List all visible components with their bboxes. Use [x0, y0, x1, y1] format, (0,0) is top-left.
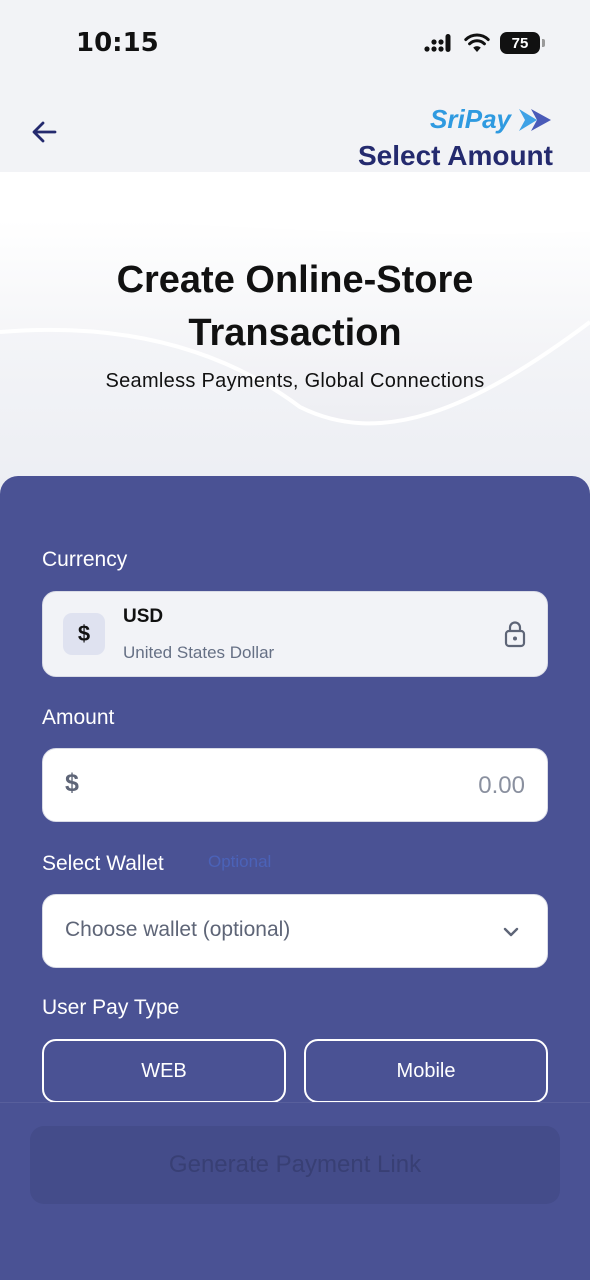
lock-icon [504, 621, 526, 648]
bottom-action-bar: Generate Payment Link [0, 1102, 590, 1280]
page-title: Select Amount [358, 140, 553, 171]
wallet-placeholder: Choose wallet (optional) [65, 918, 291, 941]
back-button[interactable] [24, 112, 64, 152]
chevron-down-icon [503, 927, 519, 937]
amount-currency-symbol: $ [65, 769, 79, 797]
wifi-icon [464, 33, 490, 52]
status-bar: 10:15 75 [0, 0, 590, 90]
pay-type-label: User Pay Type [42, 996, 180, 1019]
brand-name: SriPay [430, 104, 511, 134]
back-arrow-icon [32, 121, 57, 143]
status-time: 10:15 [76, 28, 159, 58]
dollar-icon: $ [63, 613, 105, 655]
battery-icon: 75 [500, 32, 545, 54]
amount-input[interactable] [145, 766, 525, 806]
amount-label: Amount [42, 706, 115, 729]
pay-type-mobile-button[interactable]: Mobile [304, 1039, 548, 1103]
wallet-optional-tag: Optional [208, 852, 272, 871]
generate-payment-link-button[interactable]: Generate Payment Link [30, 1126, 560, 1204]
status-icons: 75 [424, 32, 545, 54]
hero-title: Create Online-Store Transaction [0, 254, 590, 360]
currency-field: $ USD United States Dollar [42, 591, 548, 677]
amount-field[interactable]: $ [42, 748, 548, 822]
brand-arrow-icon [519, 108, 551, 131]
hero-banner: Create Online-Store Transaction Seamless… [0, 172, 590, 492]
currency-label: Currency [42, 548, 128, 571]
currency-name: United States Dollar [123, 643, 275, 662]
pay-type-web-button[interactable]: WEB [42, 1039, 286, 1103]
wallet-label: Select Wallet [42, 852, 164, 875]
wallet-select[interactable]: Choose wallet (optional) [42, 894, 548, 968]
hero-title-line2: Transaction [188, 312, 402, 354]
brand-logo: SriPay [430, 104, 553, 135]
hero-title-line1: Create Online-Store [116, 259, 474, 301]
hero-subtitle: Seamless Payments, Global Connections [105, 370, 485, 392]
signal-icon [424, 34, 451, 52]
currency-code: USD [123, 606, 164, 627]
